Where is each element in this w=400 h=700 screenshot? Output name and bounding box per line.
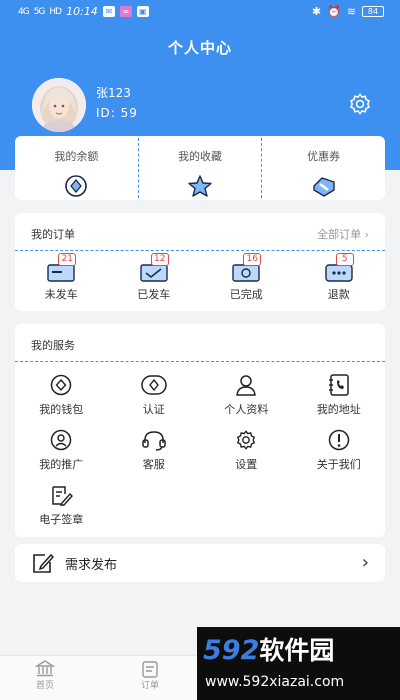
service-label: 设置 [235, 458, 258, 471]
service-label: 认证 [142, 403, 165, 416]
service-customer-support[interactable]: 客服 [108, 425, 201, 480]
refund-count-badge: 5 [335, 253, 354, 266]
quick-links-card: 我的余额 我的收藏 优惠券 [15, 136, 385, 200]
service-about[interactable]: 关于我们 [293, 425, 386, 480]
app-notification-icon: ✉ [102, 6, 115, 17]
service-e-signature[interactable]: 电子签章 [15, 480, 108, 535]
service-label: 我的钱包 [39, 403, 84, 416]
departed-count-badge: 12 [150, 253, 169, 266]
publish-demand-row[interactable]: 需求发布 › [15, 544, 385, 582]
watermark-logo: 592软件园 [203, 635, 335, 666]
order-status-completed[interactable]: 16 已完成 [200, 251, 293, 311]
chevron-right-icon: › [361, 552, 369, 573]
all-orders-link[interactable]: 全部订单 › [317, 226, 369, 242]
bluetooth-icon: ✱ [311, 5, 322, 18]
services-card: 我的服务 我的钱包 认证 个人资料 我的地址 我的推广 客服 设置 关于我们 电… [15, 324, 385, 537]
diamond-icon [65, 175, 88, 197]
tab-label: 订单 [140, 681, 159, 691]
service-promotion[interactable]: 我的推广 [15, 425, 108, 480]
info-icon [328, 429, 349, 451]
order-status-label: 已完成 [229, 288, 263, 301]
hd-badge: HD [49, 6, 62, 17]
tab-orders[interactable]: 订单 [130, 660, 170, 691]
promotion-icon [51, 429, 72, 451]
service-label: 我的地址 [316, 403, 361, 416]
site-watermark: 592软件园 www.592xiazai.com [197, 627, 400, 700]
service-label: 关于我们 [316, 458, 361, 471]
signal-5g: 5G [33, 6, 46, 17]
status-time: 10:14 [66, 5, 98, 18]
edit-icon [33, 553, 55, 573]
favorites-link[interactable]: 我的收藏 [139, 136, 262, 200]
headset-icon [142, 431, 166, 451]
order-status-refund[interactable]: 5 退款 [293, 251, 386, 311]
order-status-pending[interactable]: 21 未发车 [15, 251, 108, 311]
service-address[interactable]: 我的地址 [293, 370, 386, 425]
truck-pending-icon: 21 [46, 253, 77, 283]
service-settings[interactable]: 设置 [200, 425, 293, 480]
publish-demand-label: 需求发布 [65, 557, 118, 573]
order-completed-icon: 16 [231, 253, 262, 283]
address-book-icon [328, 374, 349, 396]
page-title: 个人中心 [167, 39, 232, 57]
service-verify[interactable]: 认证 [108, 370, 201, 425]
chat-notification-icon: ∞ [119, 6, 132, 17]
user-id: ID: 59 [96, 106, 138, 120]
balance-label: 我的余额 [54, 150, 99, 163]
services-title: 我的服务 [31, 339, 75, 352]
verify-icon [141, 375, 167, 395]
star-icon [188, 175, 212, 197]
battery-icon: 84 [362, 6, 384, 17]
coupon-link[interactable]: 优惠券 [262, 136, 385, 200]
wifi-icon: ≋ [346, 5, 356, 18]
service-profile[interactable]: 个人资料 [200, 370, 293, 425]
avatar[interactable] [32, 78, 86, 132]
orders-card: 我的订单 全部订单 › 21 未发车 12 已发车 16 已完成 5 退款 [15, 213, 385, 311]
completed-count-badge: 16 [243, 253, 262, 266]
favorites-label: 我的收藏 [178, 150, 222, 163]
alarm-icon: ⏰ [327, 5, 341, 18]
status-bar: 4G 5G HD 10:14 ✉ ∞ ▣ ✱ ⏰ ≋ 84 [0, 0, 400, 26]
order-status-label: 未发车 [44, 288, 78, 301]
gear-icon [237, 430, 256, 450]
signal-4g: 4G [18, 6, 30, 17]
order-status-label: 已发车 [137, 288, 171, 301]
service-label: 我的推广 [39, 458, 84, 471]
orders-title: 我的订单 [31, 228, 75, 241]
refund-icon: 5 [324, 253, 354, 283]
tab-label: 首页 [35, 681, 54, 691]
service-label: 客服 [142, 458, 165, 471]
order-status-departed[interactable]: 12 已发车 [108, 251, 201, 311]
wallet-icon [51, 374, 72, 396]
watermark-url: www.592xiazai.com [205, 674, 345, 690]
home-icon [35, 660, 55, 677]
balance-link[interactable]: 我的余额 [15, 136, 138, 200]
order-list-icon [142, 661, 158, 678]
truck-departed-icon: 12 [139, 253, 169, 283]
coupon-icon [312, 177, 335, 197]
settings-gear-icon[interactable] [348, 92, 372, 116]
tab-home[interactable]: 首页 [25, 660, 65, 691]
app-notification-icon-2: ▣ [136, 6, 149, 17]
coupon-label: 优惠券 [307, 150, 341, 163]
pending-count-badge: 21 [58, 253, 77, 266]
username: 张123 [96, 86, 131, 100]
service-label: 电子签章 [39, 513, 84, 526]
service-label: 个人资料 [224, 403, 269, 416]
signature-icon [52, 486, 74, 506]
order-status-label: 退款 [327, 288, 350, 301]
service-wallet[interactable]: 我的钱包 [15, 370, 108, 425]
person-icon [236, 375, 257, 396]
